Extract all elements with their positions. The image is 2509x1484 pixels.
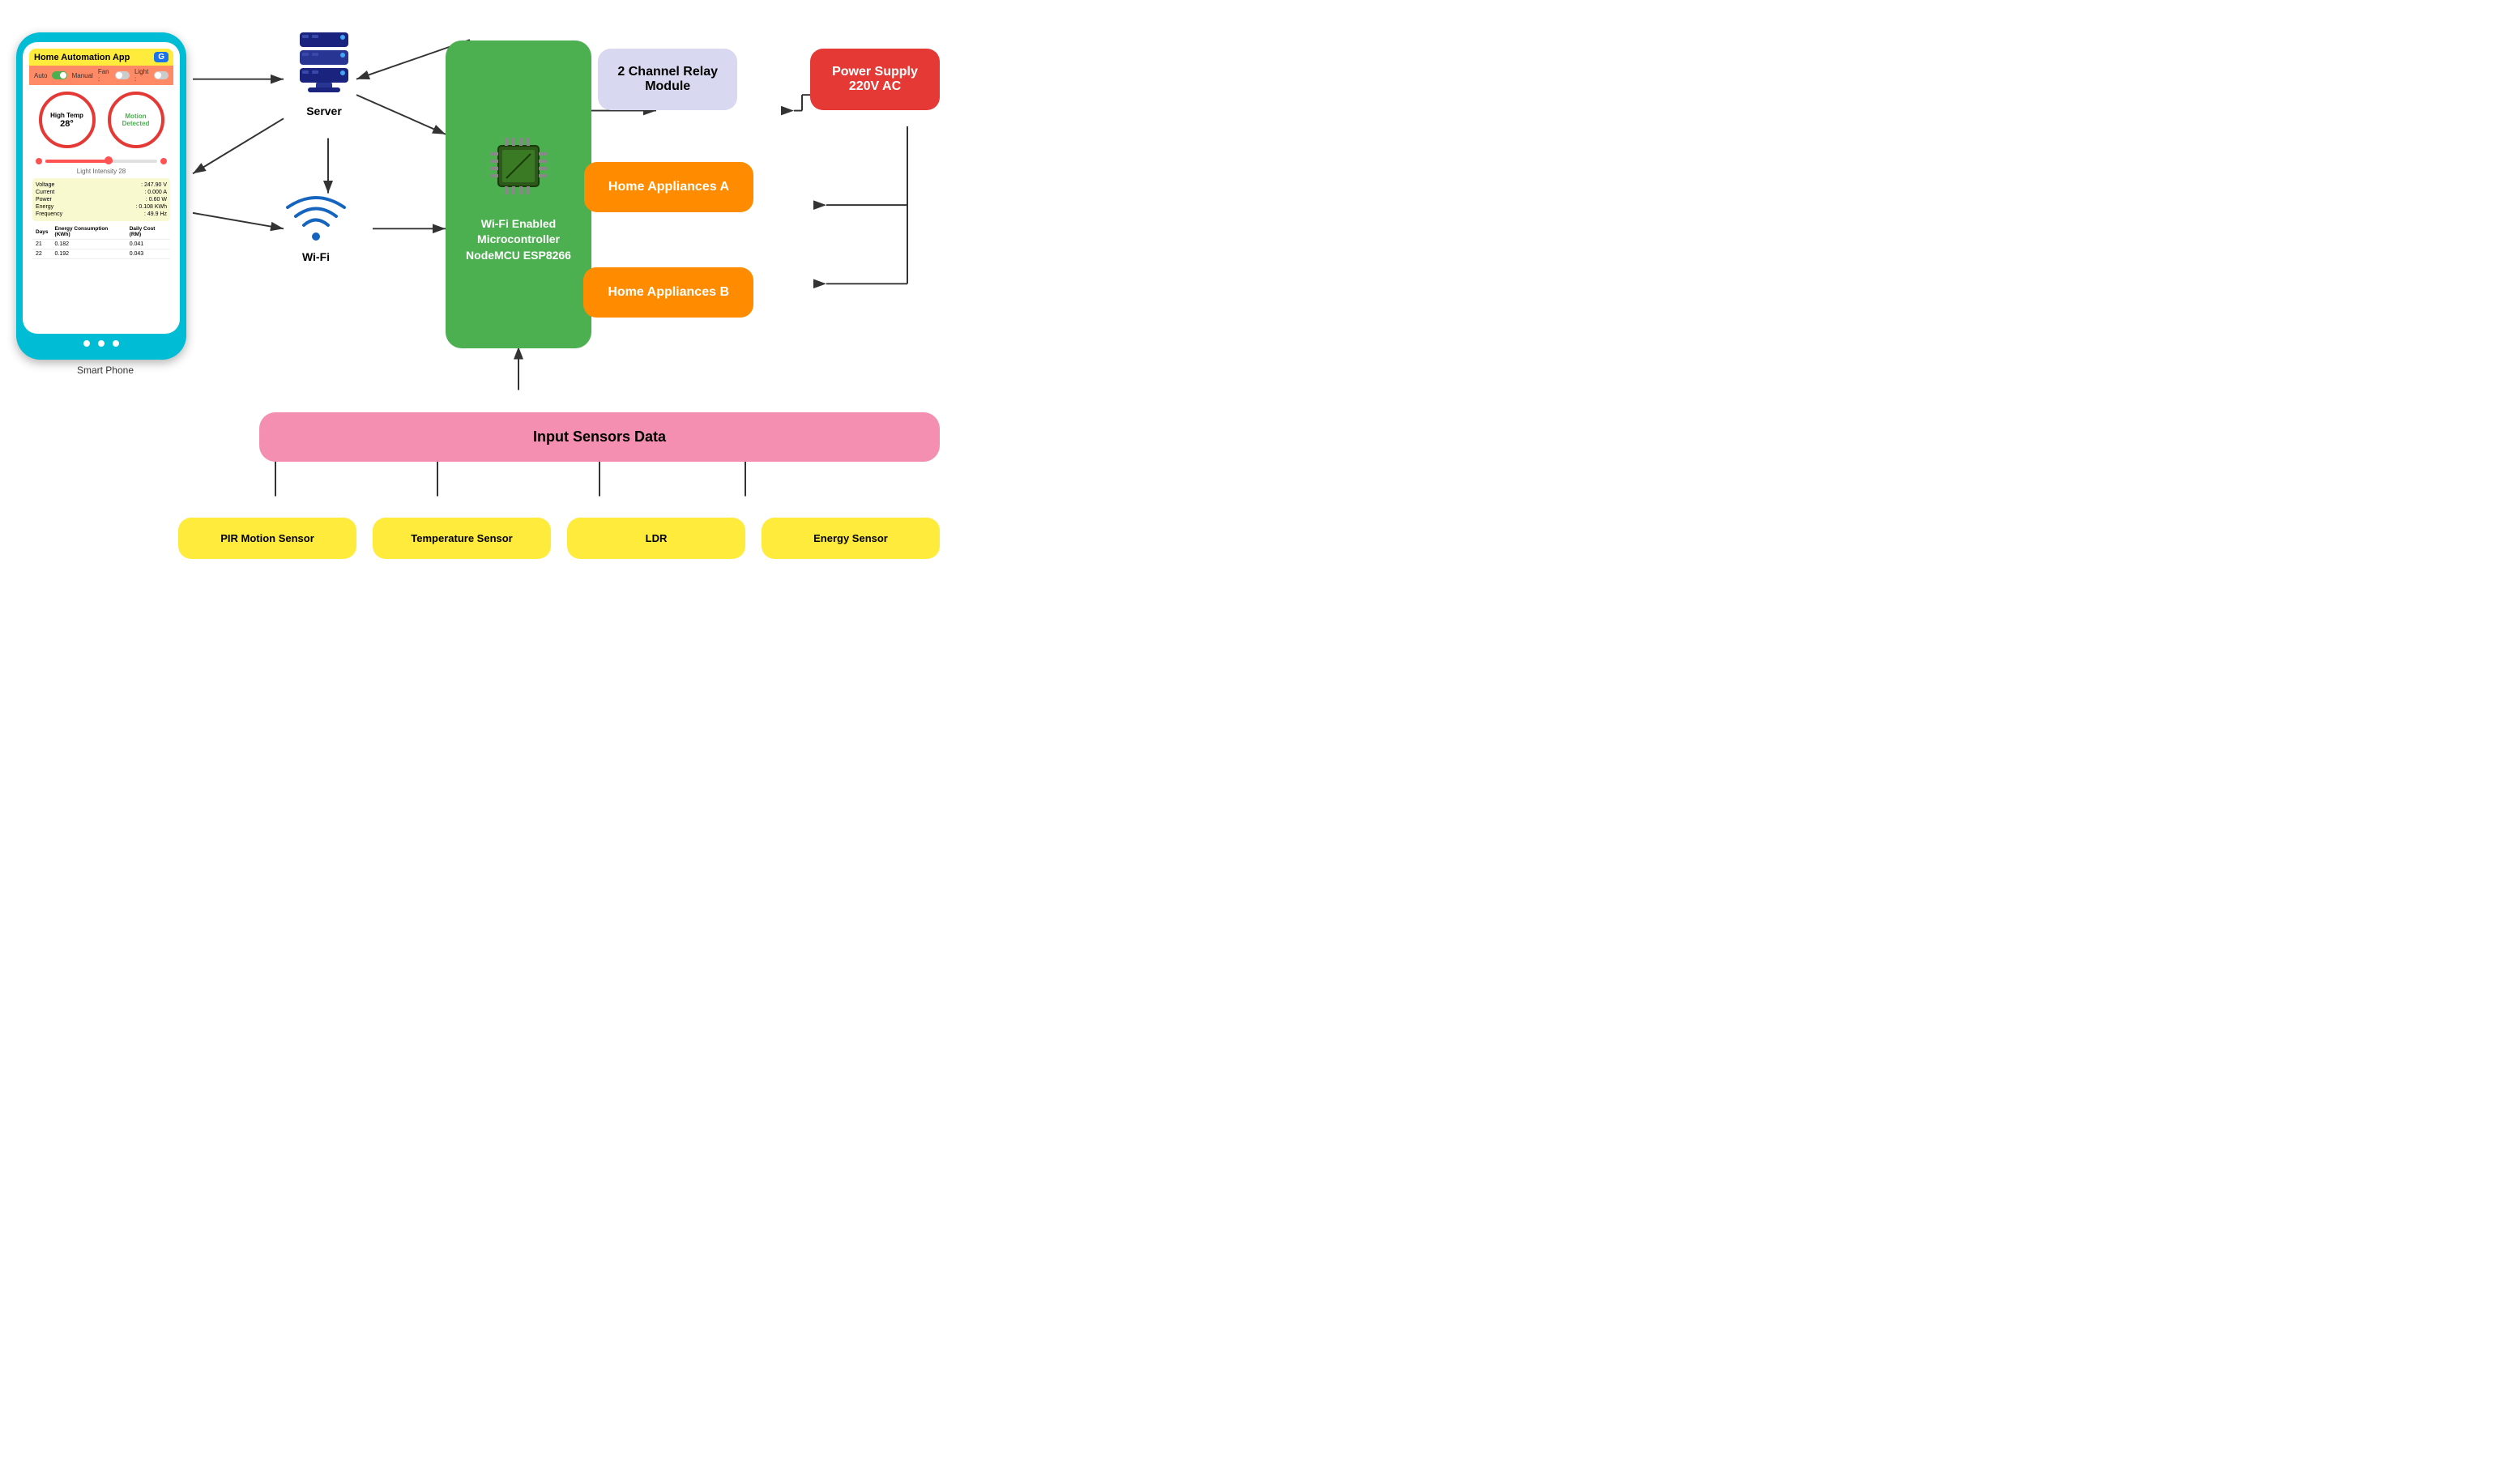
slider-bar[interactable] <box>45 160 157 163</box>
energy-row-21: 21 0.182 0.041 <box>32 240 170 249</box>
data-table: Voltage : 247.90 V Current : 0.000 A Pow… <box>32 178 170 221</box>
energy-21: 0.182 <box>52 240 126 249</box>
energy-value: : 0.108 KWh <box>135 204 167 210</box>
phone-label: Smart Phone <box>16 365 194 376</box>
appliance-b-box: Home Appliances B <box>583 267 753 318</box>
energy-table-col3: Daily Cost (RM) <box>126 224 170 240</box>
fan-label: Fan : <box>98 68 110 83</box>
ldr-sensor-box: LDR <box>567 518 745 559</box>
mcu-line3: NodeMCU ESP8266 <box>466 249 571 262</box>
cost-21: 0.041 <box>126 240 170 249</box>
day-21: 21 <box>32 240 52 249</box>
energy-22: 0.192 <box>52 249 126 259</box>
sensors-data-label: Input Sensors Data <box>533 429 666 445</box>
light-toggle[interactable] <box>154 71 169 79</box>
frequency-value: : 49.9 Hz <box>144 211 167 217</box>
energy-table-col2: Energy Consumption (KWh) <box>52 224 126 240</box>
temp-sensor-box: Temperature Sensor <box>373 518 551 559</box>
appliance-a-label: Home Appliances A <box>608 180 729 194</box>
high-temp-line1: High Temp <box>50 112 83 119</box>
ldr-label: LDR <box>646 532 668 544</box>
phone-dot-3 <box>113 340 119 347</box>
phone-dots <box>23 334 180 350</box>
slider-fill <box>45 160 113 163</box>
high-temp-line2: 28° <box>60 119 74 129</box>
server-label: Server <box>292 104 356 117</box>
frequency-row: Frequency : 49.9 Hz <box>36 211 167 218</box>
slider-thumb <box>105 156 113 164</box>
manual-label: Manual <box>72 72 93 79</box>
pir-sensor-box: PIR Motion Sensor <box>178 518 356 559</box>
temp-label: Temperature Sensor <box>411 532 512 544</box>
energy-row: Energy : 0.108 KWh <box>36 203 167 211</box>
power-value: : 0.60 W <box>146 197 167 203</box>
phone: Home Automation App G Auto Manual Fan : … <box>16 32 186 360</box>
auto-toggle[interactable] <box>52 71 66 79</box>
appliance-b-label: Home Appliances B <box>608 285 729 299</box>
voltage-row: Voltage : 247.90 V <box>36 181 167 189</box>
server-icon <box>292 24 356 97</box>
auto-label: Auto <box>34 72 47 79</box>
server-box: Server <box>292 24 356 117</box>
slider-left-dot <box>36 158 42 164</box>
power-label-line2: 220V AC <box>849 79 901 93</box>
sensor-display: High Temp 28° Motion Detected <box>29 85 173 155</box>
diagram: Home Automation App G Auto Manual Fan : … <box>16 16 956 567</box>
mcu-box: Wi-Fi Enabled Microcontroller NodeMCU ES… <box>446 41 591 348</box>
energy-sensor-box: Energy Sensor <box>762 518 940 559</box>
mcu-line1: Wi-Fi Enabled <box>481 217 556 230</box>
energy-table: Days Energy Consumption (KWh) Daily Cost… <box>32 224 170 259</box>
wifi-icon <box>284 194 348 243</box>
phone-container: Home Automation App G Auto Manual Fan : … <box>16 32 194 376</box>
phone-dot-1 <box>83 340 90 347</box>
power-supply-box: Power Supply 220V AC <box>810 49 940 110</box>
energy-sensor-label: Energy Sensor <box>813 532 888 544</box>
slider-row <box>29 155 173 168</box>
current-label: Current <box>36 190 54 195</box>
relay-label-line2: Module <box>645 79 690 93</box>
voltage-value: : 247.90 V <box>141 182 167 188</box>
light-label: Light : <box>134 68 149 83</box>
cost-22: 0.043 <box>126 249 170 259</box>
frequency-label: Frequency <box>36 211 62 217</box>
appliance-a-box: Home Appliances A <box>584 162 753 212</box>
current-value: : 0.000 A <box>144 190 167 195</box>
mcu-chip-icon <box>478 126 559 207</box>
motion-line1: Motion <box>125 113 146 120</box>
energy-label: Energy <box>36 204 53 210</box>
power-row: Power : 0.60 W <box>36 196 167 203</box>
voltage-label: Voltage <box>36 182 54 188</box>
power-label-line1: Power Supply <box>832 65 918 79</box>
phone-title: Home Automation App <box>34 53 130 62</box>
relay-box: 2 Channel Relay Module <box>598 49 737 110</box>
relay-label-line1: 2 Channel Relay <box>617 65 718 79</box>
current-row: Current : 0.000 A <box>36 189 167 196</box>
motion-line2: Detected <box>122 120 150 127</box>
fan-toggle[interactable] <box>115 71 130 79</box>
temp-sensor-circle: High Temp 28° <box>39 92 96 148</box>
phone-screen: Home Automation App G Auto Manual Fan : … <box>23 42 180 334</box>
wifi-box: Wi-Fi <box>284 194 348 263</box>
phone-dot-2 <box>98 340 105 347</box>
light-intensity-label: Light Intensity 28 <box>29 168 173 175</box>
day-22: 22 <box>32 249 52 259</box>
phone-g-button[interactable]: G <box>154 52 169 62</box>
pir-label: PIR Motion Sensor <box>220 532 314 544</box>
power-label: Power <box>36 197 52 203</box>
mcu-line2: Microcontroller <box>477 232 560 245</box>
sensor-boxes: PIR Motion Sensor Temperature Sensor LDR… <box>178 518 940 559</box>
phone-controls: Auto Manual Fan : Light : <box>29 66 173 85</box>
energy-table-col1: Days <box>32 224 52 240</box>
phone-header: Home Automation App G <box>29 49 173 66</box>
wifi-label: Wi-Fi <box>284 250 348 263</box>
mcu-label: Wi-Fi Enabled Microcontroller NodeMCU ES… <box>466 216 571 264</box>
slider-right-dot <box>160 158 167 164</box>
sensors-data-box: Input Sensors Data <box>259 412 940 462</box>
energy-row-22: 22 0.192 0.043 <box>32 249 170 259</box>
motion-sensor-circle: Motion Detected <box>108 92 164 148</box>
